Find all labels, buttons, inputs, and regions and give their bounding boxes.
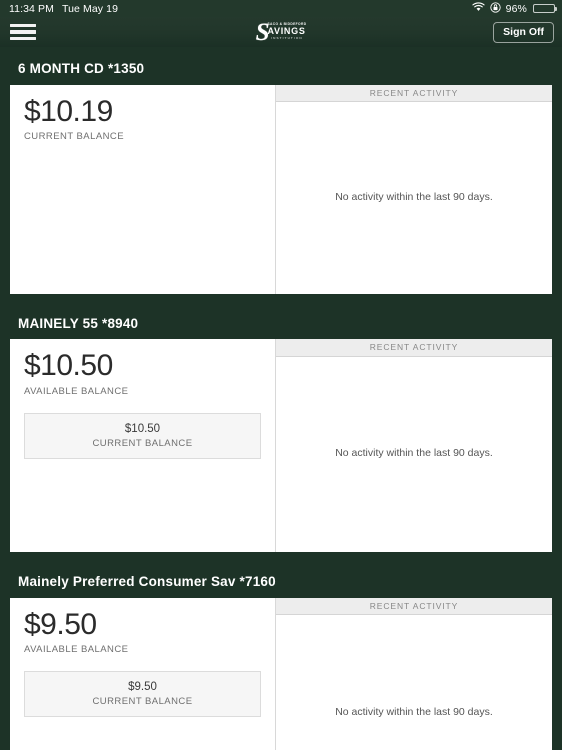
primary-balance-amount: $9.50 <box>24 607 97 641</box>
primary-balance-label: AVAILABLE BALANCE <box>24 644 129 656</box>
account-title: MAINELY 55 *8940 <box>18 315 139 331</box>
top-navigation-bar: S SACO & BIDDEFORD AVINGS INSTITUTION Si… <box>0 17 562 47</box>
recent-activity-panel: RECENT ACTIVITY No activity within the l… <box>276 84 552 294</box>
no-activity-message: No activity within the last 90 days. <box>335 447 493 460</box>
primary-balance-label: AVAILABLE BALANCE <box>24 385 129 397</box>
accounts-list: 6 MONTH CD *1350 $10.19 CURRENT BALANCE … <box>0 47 562 750</box>
recent-activity-panel: RECENT ACTIVITY No activity within the l… <box>276 597 552 750</box>
secondary-balance-box: $9.50 CURRENT BALANCE <box>24 671 261 718</box>
rotation-lock-icon <box>490 1 501 16</box>
recent-activity-body: No activity within the last 90 days. <box>276 615 552 750</box>
balance-panel: $10.50 AVAILABLE BALANCE $10.50 CURRENT … <box>10 339 276 552</box>
status-bar-date: Tue May 19 <box>61 2 119 15</box>
secondary-balance-label: CURRENT BALANCE <box>92 696 193 708</box>
logo-wordmark: SACO & BIDDEFORD AVINGS INSTITUTION <box>267 22 307 40</box>
secondary-balance-label: CURRENT BALANCE <box>92 437 193 449</box>
recent-activity-header: RECENT ACTIVITY <box>276 339 552 357</box>
logo-line-top: SACO & BIDDEFORD <box>267 22 307 27</box>
balance-panel: $9.50 AVAILABLE BALANCE $9.50 CURRENT BA… <box>10 597 276 750</box>
account-card[interactable]: Mainely Preferred Consumer Sav *7160 $9.… <box>10 564 552 750</box>
balance-panel: $10.19 CURRENT BALANCE <box>10 84 276 294</box>
logo-monogram: S <box>255 18 270 46</box>
secondary-balance-box: $10.50 CURRENT BALANCE <box>24 412 261 459</box>
account-title: Mainely Preferred Consumer Sav *7160 <box>18 574 276 589</box>
no-activity-message: No activity within the last 90 days. <box>335 705 493 718</box>
account-card-body: $10.50 AVAILABLE BALANCE $10.50 CURRENT … <box>10 339 552 552</box>
account-title: 6 MONTH CD *1350 <box>18 61 145 76</box>
secondary-balance-amount: $10.50 <box>124 422 161 435</box>
status-bar-right: 96% <box>472 1 557 16</box>
ios-status-bar: 11:34 PM Tue May 19 96% <box>0 0 562 17</box>
no-activity-message: No activity within the last 90 days. <box>335 190 493 203</box>
recent-activity-body: No activity within the last 90 days. <box>276 357 552 553</box>
primary-balance-amount: $10.50 <box>24 349 113 382</box>
wifi-icon <box>472 2 485 15</box>
status-bar-left: 11:34 PM Tue May 19 <box>9 3 118 15</box>
battery-percent-label: 96% <box>505 2 527 15</box>
hamburger-menu-icon[interactable] <box>10 23 36 42</box>
app-root: 11:34 PM Tue May 19 96% S SACO & BIDDEFO… <box>0 0 562 750</box>
account-card-body: $10.19 CURRENT BALANCE RECENT ACTIVITY N… <box>10 84 552 294</box>
recent-activity-header: RECENT ACTIVITY <box>276 84 552 102</box>
recent-activity-panel: RECENT ACTIVITY No activity within the l… <box>276 339 552 552</box>
primary-balance-amount: $10.19 <box>24 94 113 128</box>
bank-logo: S SACO & BIDDEFORD AVINGS INSTITUTION <box>255 18 307 46</box>
status-bar-time: 11:34 PM <box>9 2 54 15</box>
sign-off-button[interactable]: Sign Off <box>493 21 554 43</box>
recent-activity-header: RECENT ACTIVITY <box>276 597 552 615</box>
recent-activity-body: No activity within the last 90 days. <box>276 102 552 294</box>
account-card-body: $9.50 AVAILABLE BALANCE $9.50 CURRENT BA… <box>10 597 552 750</box>
account-card[interactable]: MAINELY 55 *8940 $10.50 AVAILABLE BALANC… <box>10 306 552 552</box>
secondary-balance-amount: $9.50 <box>128 681 157 694</box>
battery-icon <box>533 3 557 14</box>
account-card[interactable]: 6 MONTH CD *1350 $10.19 CURRENT BALANCE … <box>10 51 552 294</box>
logo-line-bottom: INSTITUTION <box>271 35 303 40</box>
logo-line-main: AVINGS <box>267 26 306 37</box>
primary-balance-label: CURRENT BALANCE <box>24 131 125 143</box>
